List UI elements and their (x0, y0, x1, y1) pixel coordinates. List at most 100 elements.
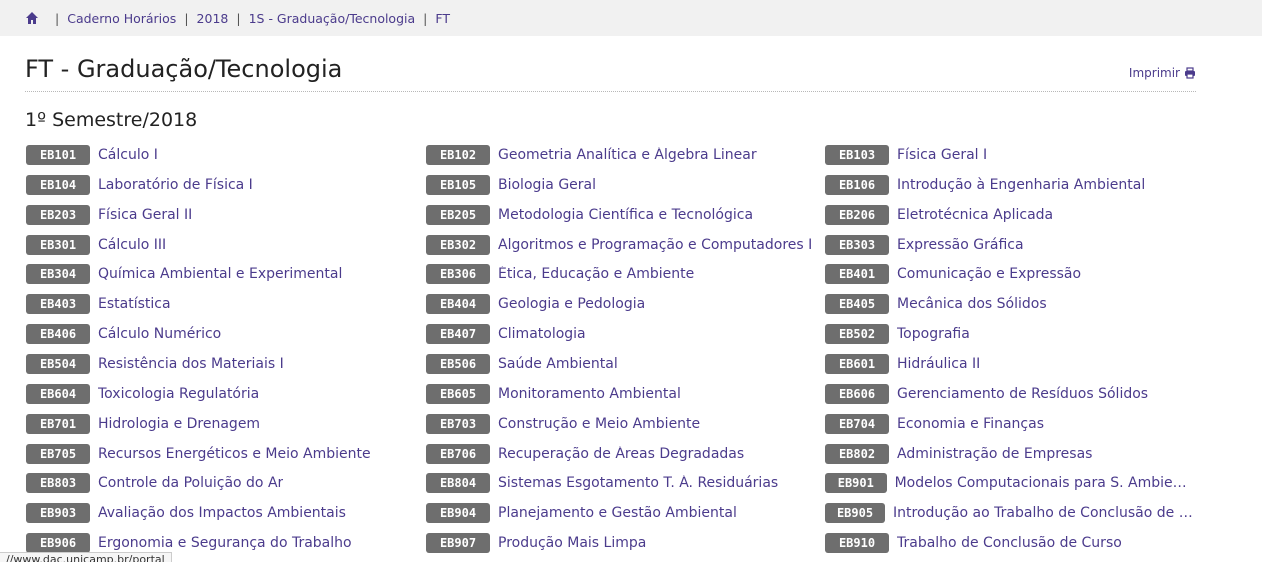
course-item[interactable]: EB404 Geologia e Pedologia (426, 293, 816, 315)
course-code-badge[interactable]: EB304 (26, 264, 90, 284)
print-button[interactable]: Imprimir (1129, 66, 1196, 80)
course-code-badge[interactable]: EB406 (26, 324, 90, 344)
course-item[interactable]: EB304 Química Ambiental e Experimental (26, 263, 416, 285)
course-item[interactable]: EB606 Gerenciamento de Resíduos Sólidos (825, 383, 1195, 405)
course-item[interactable]: EB103 Física Geral I (825, 144, 1195, 166)
course-item[interactable]: EB106 Introdução à Engenharia Ambiental (825, 174, 1195, 196)
course-code-badge[interactable]: EB403 (26, 294, 90, 314)
course-name-link[interactable]: Planejamento e Gestão Ambiental (498, 505, 737, 521)
course-code-badge[interactable]: EB101 (26, 145, 90, 165)
course-code-badge[interactable]: EB704 (825, 414, 889, 434)
course-code-badge[interactable]: EB401 (825, 264, 889, 284)
course-item[interactable]: EB706 Recuperação de Áreas Degradadas (426, 443, 816, 465)
course-code-badge[interactable]: EB701 (26, 414, 90, 434)
course-code-badge[interactable]: EB901 (825, 473, 887, 493)
course-name-link[interactable]: Gerenciamento de Resíduos Sólidos (897, 386, 1148, 402)
course-code-badge[interactable]: EB504 (26, 354, 90, 374)
course-name-link[interactable]: Economia e Finanças (897, 416, 1044, 432)
course-item[interactable]: EB907 Produção Mais Limpa (426, 532, 816, 554)
course-name-link[interactable]: Recuperação de Áreas Degradadas (498, 446, 744, 462)
course-code-badge[interactable]: EB706 (426, 444, 490, 464)
course-code-badge[interactable]: EB106 (825, 175, 889, 195)
course-item[interactable]: EB405 Mecânica dos Sólidos (825, 293, 1195, 315)
course-item[interactable]: EB910 Trabalho de Conclusão de Curso (825, 532, 1195, 554)
course-item[interactable]: EB604 Toxicologia Regulatória (26, 383, 416, 405)
course-item[interactable]: EB406 Cálculo Numérico (26, 323, 416, 345)
course-name-link[interactable]: Resistência dos Materiais I (98, 356, 284, 372)
course-item[interactable]: EB601 Hidráulica II (825, 353, 1195, 375)
course-item[interactable]: EB703 Construção e Meio Ambiente (426, 413, 816, 435)
course-code-badge[interactable]: EB803 (26, 473, 90, 493)
course-name-link[interactable]: Saúde Ambiental (498, 356, 618, 372)
course-name-link[interactable]: Cálculo I (98, 147, 158, 163)
course-item[interactable]: EB306 Ética, Educação e Ambiente (426, 263, 816, 285)
course-item[interactable]: EB605 Monitoramento Ambiental (426, 383, 816, 405)
course-name-link[interactable]: Eletrotécnica Aplicada (897, 207, 1053, 223)
course-item[interactable]: EB901 Modelos Computacionais para S. Ambi… (825, 472, 1195, 494)
course-item[interactable]: EB105 Biologia Geral (426, 174, 816, 196)
course-code-badge[interactable]: EB804 (426, 473, 490, 493)
course-item[interactable]: EB705 Recursos Energéticos e Meio Ambient… (26, 443, 416, 465)
course-item[interactable]: EB101 Cálculo I (26, 144, 416, 166)
course-code-badge[interactable]: EB404 (426, 294, 490, 314)
course-item[interactable]: EB506 Saúde Ambiental (426, 353, 816, 375)
course-code-badge[interactable]: EB605 (426, 384, 490, 404)
course-item[interactable]: EB803 Controle da Poluição do Ar (26, 472, 416, 494)
course-item[interactable]: EB206 Eletrotécnica Aplicada (825, 204, 1195, 226)
course-name-link[interactable]: Administração de Empresas (897, 446, 1092, 462)
course-name-link[interactable]: Ergonomia e Segurança do Trabalho (98, 535, 352, 551)
course-item[interactable]: EB203 Física Geral II (26, 204, 416, 226)
course-name-link[interactable]: Sistemas Esgotamento T. Á. Residuárias (498, 475, 778, 491)
course-name-link[interactable]: Construção e Meio Ambiente (498, 416, 700, 432)
course-code-badge[interactable]: EB502 (825, 324, 889, 344)
course-name-link[interactable]: Produção Mais Limpa (498, 535, 646, 551)
course-code-badge[interactable]: EB703 (426, 414, 490, 434)
course-code-badge[interactable]: EB904 (426, 503, 490, 523)
course-item[interactable]: EB407 Climatologia (426, 323, 816, 345)
course-code-badge[interactable]: EB302 (426, 235, 490, 255)
course-name-link[interactable]: Introdução à Engenharia Ambiental (897, 177, 1145, 193)
course-item[interactable]: EB905 Introdução ao Trabalho de Conclusão… (825, 502, 1195, 524)
course-code-badge[interactable]: EB206 (825, 205, 889, 225)
course-name-link[interactable]: Trabalho de Conclusão de Curso (897, 535, 1122, 551)
course-item[interactable]: EB504 Resistência dos Materiais I (26, 353, 416, 375)
course-name-link[interactable]: Metodologia Científica e Tecnológica (498, 207, 753, 223)
course-name-link[interactable]: Topografia (897, 326, 970, 342)
course-code-badge[interactable]: EB301 (26, 235, 90, 255)
course-name-link[interactable]: Química Ambiental e Experimental (98, 266, 342, 282)
course-item[interactable]: EB903 Avaliação dos Impactos Ambientais (26, 502, 416, 524)
course-code-badge[interactable]: EB506 (426, 354, 490, 374)
course-item[interactable]: EB701 Hidrologia e Drenagem (26, 413, 416, 435)
breadcrumb-item-semester[interactable]: 1S - Graduação/Tecnologia (249, 11, 416, 26)
course-code-badge[interactable]: EB604 (26, 384, 90, 404)
course-code-badge[interactable]: EB203 (26, 205, 90, 225)
course-item[interactable]: EB205 Metodologia Científica e Tecnológic… (426, 204, 816, 226)
course-name-link[interactable]: Ética, Educação e Ambiente (498, 266, 694, 282)
course-name-link[interactable]: Climatologia (498, 326, 586, 342)
course-item[interactable]: EB301 Cálculo III (26, 234, 416, 256)
home-icon[interactable] (25, 11, 39, 25)
course-code-badge[interactable]: EB910 (825, 533, 889, 553)
course-code-badge[interactable]: EB601 (825, 354, 889, 374)
course-code-badge[interactable]: EB906 (26, 533, 90, 553)
course-name-link[interactable]: Algoritmos e Programação e Computadores … (498, 237, 812, 253)
course-name-link[interactable]: Hidráulica II (897, 356, 980, 372)
breadcrumb-item-caderno[interactable]: Caderno Horários (67, 11, 176, 26)
course-name-link[interactable]: Recursos Energéticos e Meio Ambiente (98, 446, 371, 462)
course-name-link[interactable]: Cálculo Numérico (98, 326, 221, 342)
course-name-link[interactable]: Comunicação e Expressão (897, 266, 1081, 282)
course-name-link[interactable]: Estatística (98, 296, 171, 312)
course-name-link[interactable]: Cálculo III (98, 237, 166, 253)
course-name-link[interactable]: Física Geral I (897, 147, 987, 163)
course-code-badge[interactable]: EB907 (426, 533, 490, 553)
course-name-link[interactable]: Mecânica dos Sólidos (897, 296, 1047, 312)
course-name-link[interactable]: Expressão Gráfica (897, 237, 1024, 253)
course-code-badge[interactable]: EB205 (426, 205, 490, 225)
course-item[interactable]: EB804 Sistemas Esgotamento T. Á. Residuár… (426, 472, 816, 494)
course-item[interactable]: EB502 Topografia (825, 323, 1195, 345)
course-code-badge[interactable]: EB303 (825, 235, 889, 255)
course-name-link[interactable]: Avaliação dos Impactos Ambientais (98, 505, 346, 521)
course-item[interactable]: EB104 Laboratório de Física I (26, 174, 416, 196)
course-name-link[interactable]: Introdução ao Trabalho de Conclusão de C… (893, 505, 1195, 521)
course-item[interactable]: EB704 Economia e Finanças (825, 413, 1195, 435)
